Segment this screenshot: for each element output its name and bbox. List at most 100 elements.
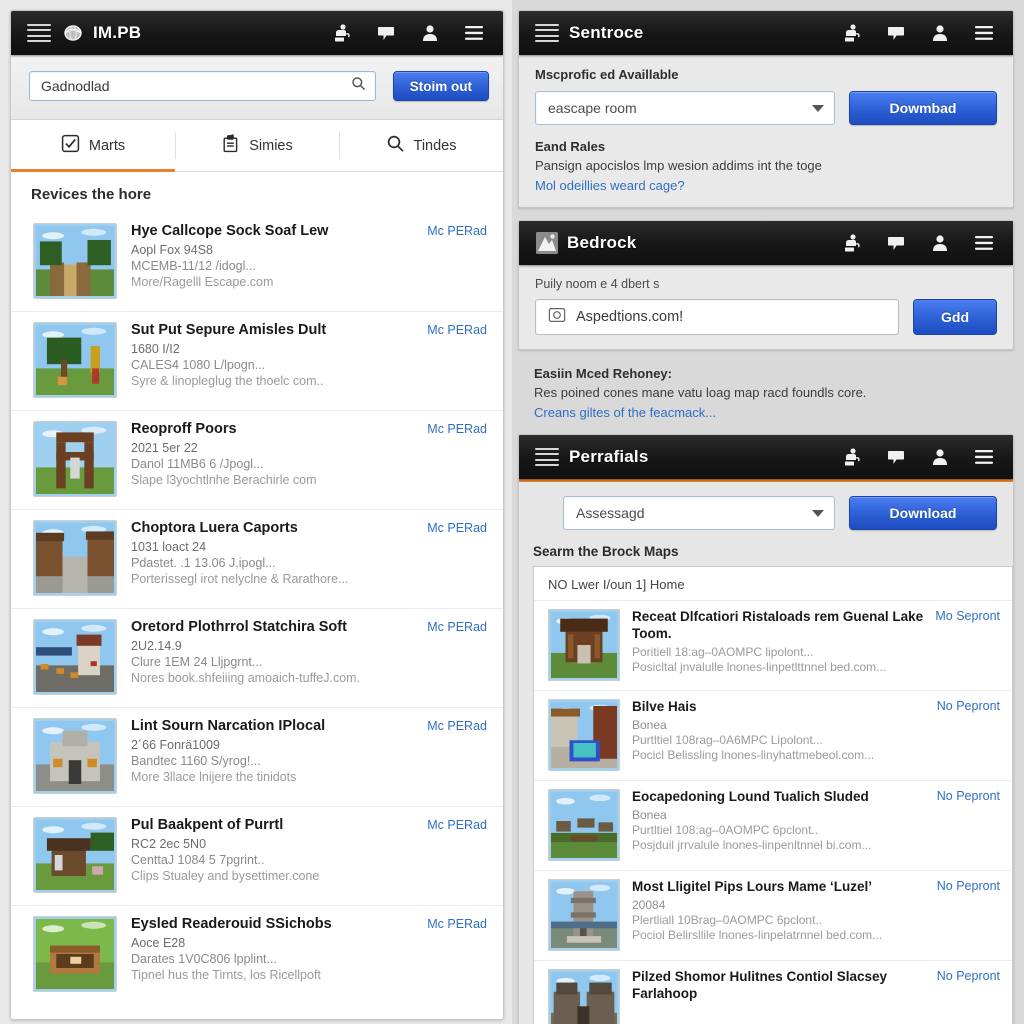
- search-input[interactable]: [41, 78, 351, 94]
- item-head: Eysled Readerouid SSichobs Mc PERad: [131, 916, 487, 933]
- list-item[interactable]: Pilzed Shomor Hulitnes Contiol Slacsey F…: [534, 960, 1012, 1024]
- list-item[interactable]: Most Lligitel Pips Lours Mame ‘Luzel’ No …: [534, 870, 1012, 960]
- tab-simies[interactable]: Simies: [175, 120, 339, 171]
- hamburger-menu-icon[interactable]: [973, 22, 995, 44]
- person-icon[interactable]: [929, 446, 951, 468]
- person-icon[interactable]: [929, 22, 951, 44]
- item-thumbnail[interactable]: [33, 619, 117, 695]
- perrafials-select-row: Assessagd Download: [563, 496, 997, 530]
- bedrock-notes-body: Res poined cones mane vatu loag map racd…: [534, 385, 867, 400]
- perrafials-topbar-icons: [841, 446, 999, 468]
- item-thumbnail[interactable]: [33, 520, 117, 596]
- item-thumbnail[interactable]: [548, 699, 620, 771]
- sentroce-notes-link[interactable]: Mol odeillies weard cage?: [535, 178, 997, 193]
- list-item[interactable]: Eocapedoning Lound Tualich Sluded No Pepr…: [534, 780, 1012, 870]
- item-head: Lint Sourn Narcation IPlocal Mc PERad: [131, 718, 487, 735]
- item-link[interactable]: No Pepront: [937, 789, 1000, 803]
- list-item[interactable]: Receat Dlfcatiori Ristaloads rem Guenal …: [534, 600, 1012, 690]
- item-link[interactable]: Mc PERad: [427, 322, 487, 337]
- item-meta: Danol 11MB6 6 /Jpogl...: [131, 457, 264, 472]
- item-thumbnail[interactable]: [548, 969, 620, 1024]
- download-cart-icon[interactable]: [841, 22, 863, 44]
- item-title: Pilzed Shomor Hulitnes Contiol Slacsey F…: [632, 969, 888, 1001]
- list-item[interactable]: Lint Sourn Narcation IPlocal Mc PERad 2´66…: [11, 707, 503, 806]
- perrafials-download-button[interactable]: Download: [849, 496, 997, 530]
- list-grip-icon[interactable]: [535, 24, 559, 42]
- search-box[interactable]: [29, 71, 376, 101]
- person-icon[interactable]: [419, 22, 441, 44]
- item-title: Pul Baakpent of Purrtl: [131, 817, 284, 833]
- list-grip-icon[interactable]: [535, 448, 559, 466]
- item-link[interactable]: No Pepront: [937, 969, 1000, 983]
- speech-bubble-icon[interactable]: [885, 232, 907, 254]
- item-thumbnail[interactable]: [33, 421, 117, 497]
- list-item[interactable]: Hye Callcope Sock Soaf Lew Mc PERad Aopl F…: [11, 213, 503, 311]
- list-item[interactable]: Pul Baakpent of Purrtl Mc PERad RC2 2ec 5N…: [11, 806, 503, 905]
- item-body: Reoproff Poors Mc PERad 2021 5er 22 Danol 1…: [131, 421, 487, 487]
- list-item[interactable]: Sut Put Sepure Amisles Dult Mc PERad 1680 …: [11, 311, 503, 410]
- item-link[interactable]: Mc PERad: [427, 421, 487, 436]
- speech-bubble-icon[interactable]: [885, 446, 907, 468]
- sign-out-button[interactable]: Stoim out: [392, 71, 489, 101]
- item-thumbnail[interactable]: [33, 322, 117, 398]
- item-head: Sut Put Sepure Amisles Dult Mc PERad: [131, 322, 487, 339]
- add-button[interactable]: Gdd: [913, 299, 997, 335]
- download-cart-icon[interactable]: [331, 22, 353, 44]
- item-link[interactable]: Mc PERad: [427, 718, 487, 733]
- url-input[interactable]: Aspedtions.com!: [535, 299, 899, 335]
- list-item[interactable]: Oretord Plothrrol Statchira Soft Mc PERad…: [11, 608, 503, 707]
- item-link[interactable]: Mc PERad: [427, 817, 487, 832]
- item-thumbnail[interactable]: [548, 609, 620, 681]
- item-link[interactable]: No Pepront: [937, 699, 1000, 713]
- item-thumbnail[interactable]: [33, 916, 117, 992]
- left-panel: IM.PB Gadnodlad Stoim out Marts Simies T…: [0, 0, 512, 1024]
- checkbox-check-icon: [61, 134, 80, 157]
- list-item[interactable]: Eysled Readerouid SSichobs Mc PERad Aoce E…: [11, 905, 503, 1004]
- item-body: Pilzed Shomor Hulitnes Contiol Slacsey F…: [632, 969, 1000, 1024]
- item-link[interactable]: Mc PERad: [427, 520, 487, 535]
- item-head: Pul Baakpent of Purrtl Mc PERad: [131, 817, 487, 834]
- item-meta: Clure 1EM 24 Lljpgrnt...: [131, 655, 263, 670]
- download-cart-icon[interactable]: [841, 232, 863, 254]
- tab-tindes[interactable]: Tindes: [339, 120, 503, 171]
- item-link[interactable]: No Pepront: [937, 879, 1000, 893]
- item-thumbnail[interactable]: [548, 789, 620, 861]
- speech-bubble-icon[interactable]: [375, 22, 397, 44]
- list-grip-icon[interactable]: [27, 24, 51, 42]
- item-body: Sut Put Sepure Amisles Dult Mc PERad 1680 …: [131, 322, 487, 388]
- person-icon[interactable]: [929, 232, 951, 254]
- list-item[interactable]: Choptora Luera Caports Mc PERad 1031 loact…: [11, 509, 503, 608]
- item-thumbnail[interactable]: [33, 718, 117, 794]
- item-thumbnail[interactable]: [33, 223, 117, 299]
- sentroce-notes: Eand Rales Pansign apocislos lmp wesion …: [535, 139, 997, 193]
- item-thumbnail[interactable]: [548, 879, 620, 951]
- bedrock-notes-link[interactable]: Creans giltes of the feacmack...: [534, 405, 998, 420]
- item-link[interactable]: Mc PERad: [427, 223, 487, 238]
- item-title: Hye Callcope Sock Soaf Lew: [131, 223, 329, 239]
- hamburger-menu-icon[interactable]: [973, 446, 995, 468]
- chevron-down-icon: [812, 104, 824, 112]
- list-item[interactable]: Reoproff Poors Mc PERad 2021 5er 22 Danol 1…: [11, 410, 503, 509]
- item-link[interactable]: Mc PERad: [427, 619, 487, 634]
- perrafials-select[interactable]: Assessagd: [563, 496, 835, 530]
- tab-marts-label: Marts: [88, 137, 126, 154]
- left-topbar-icons: [331, 22, 489, 44]
- download-button[interactable]: Dowmbad: [849, 91, 997, 125]
- item-subtitle: 1031 loact 24: [131, 540, 207, 555]
- item-link[interactable]: Mo Sepront: [935, 609, 1000, 623]
- hamburger-menu-icon[interactable]: [973, 232, 995, 254]
- item-thumbnail[interactable]: [33, 817, 117, 893]
- item-head: Choptora Luera Caports Mc PERad: [131, 520, 487, 537]
- search-icon[interactable]: [351, 76, 366, 96]
- download-cart-icon[interactable]: [841, 446, 863, 468]
- tab-marts[interactable]: Marts: [11, 120, 175, 172]
- chevron-down-icon: [812, 509, 824, 517]
- item-link[interactable]: Mc PERad: [427, 916, 487, 931]
- speech-bubble-icon[interactable]: [885, 22, 907, 44]
- globe-logo-icon: [61, 21, 85, 45]
- list-item[interactable]: Bilve Hais No Pepront Bonea Purtltiel 108ra…: [534, 690, 1012, 780]
- hamburger-menu-icon[interactable]: [463, 22, 485, 44]
- item-description: Slape l3yochtlnhe Berachirle com: [131, 473, 317, 488]
- version-select[interactable]: eascape room: [535, 91, 835, 125]
- item-body: Eysled Readerouid SSichobs Mc PERad Aoce E…: [131, 916, 487, 982]
